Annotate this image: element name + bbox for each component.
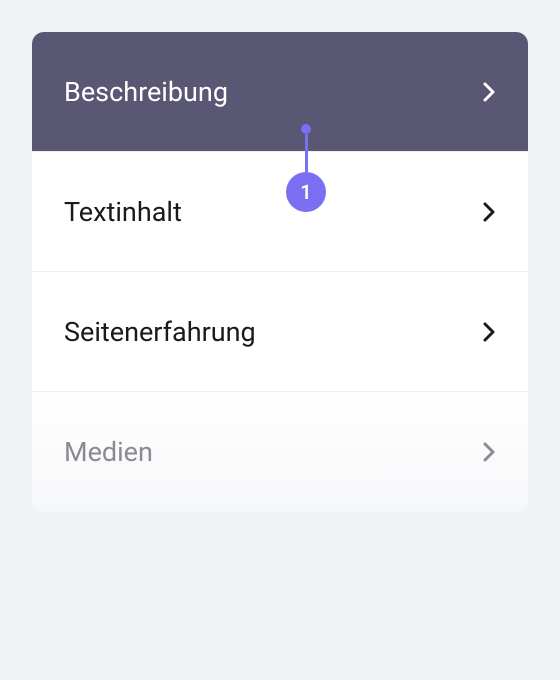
menu-item-label: Medien: [64, 436, 153, 468]
menu-item-label: Textinhalt: [64, 196, 182, 228]
menu-item-label: Seitenerfahrung: [64, 316, 256, 348]
menu-item-label: Beschreibung: [64, 76, 228, 108]
callout-annotation: 1: [286, 124, 326, 212]
callout-dot-icon: [301, 124, 311, 134]
chevron-right-icon: [482, 441, 496, 463]
chevron-right-icon: [482, 81, 496, 103]
menu-container: Beschreibung Textinhalt Seitenerfahrung …: [32, 32, 528, 512]
menu-item-medien[interactable]: Medien: [32, 392, 528, 512]
callout-line: [305, 134, 308, 172]
chevron-right-icon: [482, 321, 496, 343]
menu-item-beschreibung[interactable]: Beschreibung: [32, 32, 528, 152]
menu-item-textinhalt[interactable]: Textinhalt: [32, 152, 528, 272]
callout-badge: 1: [286, 172, 326, 212]
menu-item-seitenerfahrung[interactable]: Seitenerfahrung: [32, 272, 528, 392]
chevron-right-icon: [482, 201, 496, 223]
